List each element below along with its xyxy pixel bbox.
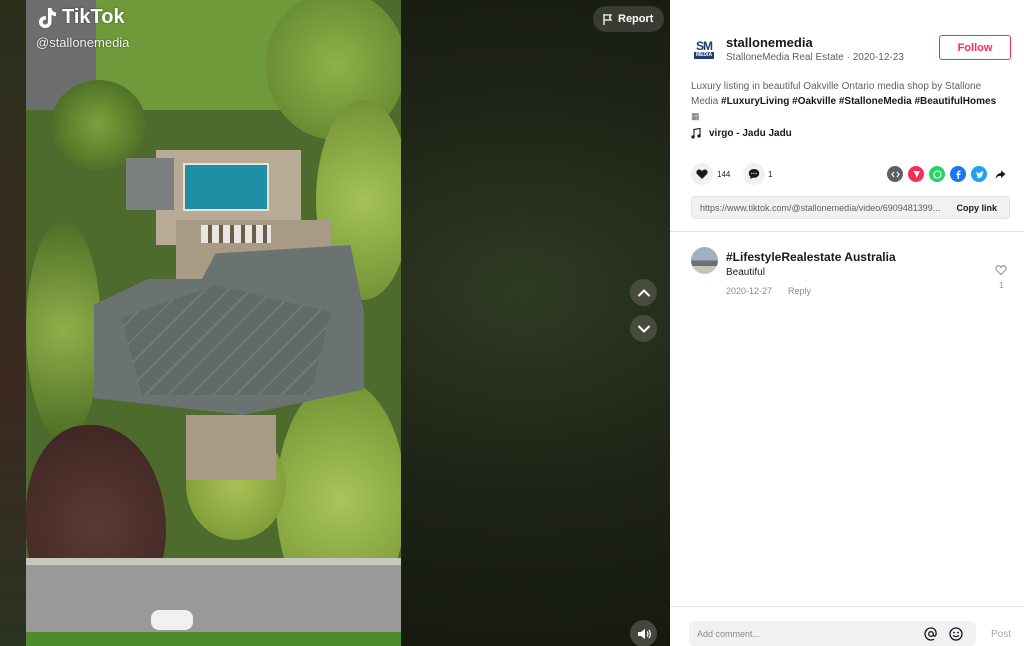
avatar-logo-text: SM bbox=[696, 38, 713, 53]
tiktok-brand-text: TikTok bbox=[62, 6, 125, 28]
author-avatar[interactable]: SM MEDIA bbox=[691, 36, 717, 62]
watermark-handle: @stallonemedia bbox=[36, 35, 130, 50]
heart-icon bbox=[696, 169, 708, 179]
hashtag-link[interactable]: #LuxuryLiving bbox=[721, 96, 789, 107]
chevron-up-icon bbox=[637, 288, 650, 296]
video-area[interactable]: TikTok @stallonemedia Report bbox=[0, 0, 670, 646]
share-arrow-icon bbox=[995, 169, 1005, 179]
facebook-icon bbox=[955, 170, 961, 179]
more-share-button[interactable] bbox=[992, 166, 1008, 182]
comment-date: 2020-12-27 bbox=[726, 286, 773, 296]
comment-count: 1 bbox=[768, 170, 773, 179]
author-subline: StalloneMedia Real Estate · 2020-12-23 bbox=[726, 52, 904, 63]
next-video-button[interactable] bbox=[630, 315, 657, 342]
video-scene-driveway bbox=[186, 415, 276, 480]
video-link-text[interactable]: https://www.tiktok.com/@stallonemedia/vi… bbox=[700, 203, 950, 213]
emoji-icon[interactable] bbox=[949, 627, 963, 641]
video-link-bar: https://www.tiktok.com/@stallonemedia/vi… bbox=[691, 196, 1010, 219]
embed-button[interactable] bbox=[887, 166, 903, 182]
comment-text: Beautiful bbox=[726, 267, 765, 278]
like-count: 144 bbox=[717, 170, 731, 179]
video-blur-edge bbox=[0, 0, 26, 646]
comment-reply-button[interactable]: Reply bbox=[788, 286, 811, 296]
chevron-down-icon bbox=[637, 325, 650, 333]
details-panel: SM MEDIA stallonemedia StalloneMedia Rea… bbox=[670, 0, 1024, 646]
send-to-friends-button[interactable] bbox=[908, 166, 924, 182]
video-scene-pool bbox=[183, 163, 269, 211]
video-scene-tree bbox=[51, 80, 146, 170]
whatsapp-share-button[interactable] bbox=[929, 166, 945, 182]
volume-button[interactable] bbox=[630, 620, 657, 646]
author-username[interactable]: stallonemedia bbox=[726, 35, 813, 50]
video-scene-loungers bbox=[201, 225, 271, 243]
commenter-name[interactable]: #LifestyleRealestate Australia bbox=[726, 250, 896, 264]
report-label: Report bbox=[618, 13, 654, 25]
comment-icon bbox=[748, 169, 760, 179]
hashtag-link[interactable]: #BeautifulHomes bbox=[914, 96, 996, 107]
whatsapp-icon bbox=[933, 170, 941, 179]
music-note-icon bbox=[691, 128, 701, 139]
volume-icon bbox=[637, 628, 651, 639]
hashtag-link[interactable]: #Oakville bbox=[792, 96, 836, 107]
previous-video-button[interactable] bbox=[630, 279, 657, 306]
flag-icon bbox=[603, 13, 613, 25]
twitter-share-button[interactable] bbox=[971, 166, 987, 182]
music-link[interactable]: virgo - Jadu Jadu bbox=[691, 128, 792, 139]
tiktok-logo-icon bbox=[39, 7, 56, 28]
follow-button[interactable]: Follow bbox=[939, 35, 1011, 60]
video-scene-road bbox=[26, 565, 401, 635]
tiktok-watermark: TikTok bbox=[38, 6, 125, 29]
like-button[interactable] bbox=[691, 163, 713, 185]
mention-at-icon[interactable] bbox=[924, 627, 938, 641]
copy-link-button[interactable]: Copy link bbox=[956, 203, 997, 213]
emoji-glyph: ▦ bbox=[691, 111, 700, 121]
hashtag-link[interactable]: #StalloneMedia bbox=[839, 96, 912, 107]
video-scene-tree bbox=[26, 220, 101, 440]
facebook-share-button[interactable] bbox=[950, 166, 966, 182]
comment-like-heart-icon[interactable] bbox=[995, 264, 1007, 276]
avatar-logo-subtext: MEDIA bbox=[693, 51, 715, 59]
comment-composer: Post bbox=[670, 606, 1024, 646]
comments-list[interactable]: #LifestyleRealestate Australia Beautiful… bbox=[670, 232, 1024, 606]
post-comment-button[interactable]: Post bbox=[991, 629, 1011, 640]
send-icon bbox=[912, 170, 920, 178]
music-title: virgo - Jadu Jadu bbox=[709, 128, 792, 139]
video-player[interactable] bbox=[26, 0, 401, 646]
comment-button[interactable] bbox=[743, 163, 765, 185]
video-scene-grass bbox=[26, 632, 401, 646]
twitter-icon bbox=[975, 170, 983, 178]
post-description: Luxury listing in beautiful Oakville Ont… bbox=[691, 79, 1007, 124]
embed-icon bbox=[890, 171, 900, 177]
report-button[interactable]: Report bbox=[593, 6, 665, 32]
commenter-avatar[interactable] bbox=[691, 247, 718, 274]
video-scene-cabana bbox=[126, 158, 174, 210]
video-scene-car bbox=[151, 610, 193, 630]
comment-like-count: 1 bbox=[999, 281, 1004, 290]
